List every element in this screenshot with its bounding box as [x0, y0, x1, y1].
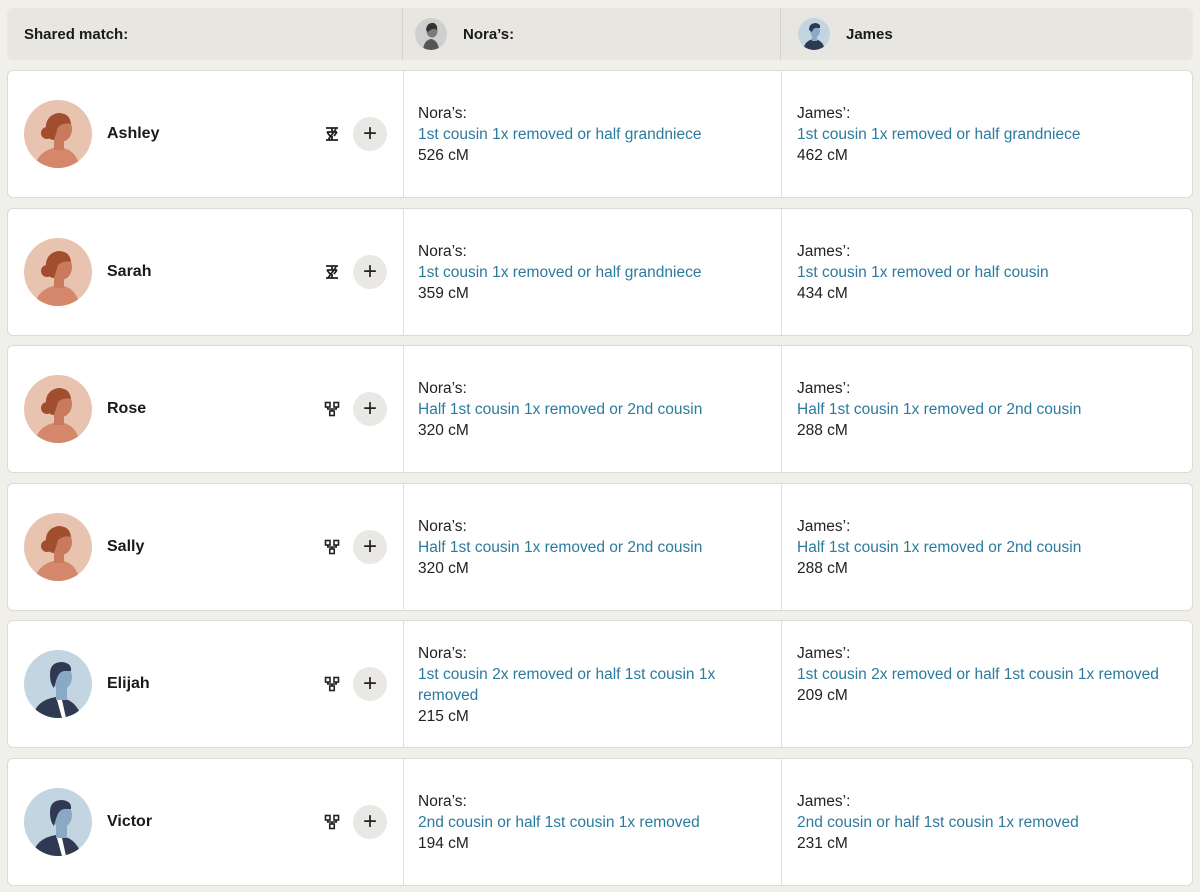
- person1-relationship-cell: Nora’s: 1st cousin 2x removed or half 1s…: [403, 621, 781, 747]
- shared-match-cell: Elijah +: [8, 621, 403, 747]
- match-name[interactable]: Sarah: [107, 263, 323, 281]
- person2-cm-value: 288 cM: [797, 422, 848, 439]
- shared-match-cell: Sarah +: [8, 209, 403, 335]
- person2-cm-value: 434 cM: [797, 284, 848, 302]
- person2-relationship-cell: James’: Half 1st cousin 1x removed or 2n…: [781, 483, 1192, 610]
- person2-rel-label: James’:: [797, 792, 851, 810]
- add-button[interactable]: +: [353, 804, 387, 839]
- person1-relationship-link[interactable]: 2nd cousin or half 1st cousin 1x removed: [418, 812, 767, 833]
- person1-relationship-link[interactable]: 1st cousin 1x removed or half grandniece: [418, 124, 767, 145]
- person2-relationship-link[interactable]: 1st cousin 1x removed or half cousin: [797, 262, 1178, 283]
- person1-cm-value: 194 cM: [418, 834, 469, 852]
- match-avatar[interactable]: [24, 237, 92, 306]
- match-avatar[interactable]: [24, 650, 92, 718]
- person2-relationship-cell: James’: 1st cousin 1x removed or half co…: [781, 208, 1192, 335]
- person1-relationship-link[interactable]: 1st cousin 2x removed or half 1st cousin…: [418, 664, 767, 706]
- person1-rel-label: Nora’s:: [418, 517, 467, 535]
- person1-rel-label: Nora’s:: [418, 792, 467, 810]
- add-button[interactable]: +: [353, 392, 387, 426]
- add-button[interactable]: +: [353, 529, 387, 564]
- match-name[interactable]: Ashley: [107, 125, 323, 143]
- person1-relationship-cell: Nora’s: Half 1st cousin 1x removed or 2n…: [403, 346, 781, 472]
- add-button[interactable]: +: [353, 117, 387, 151]
- table-row: Elijah + Nora’s: 1st cousin 2x removed o…: [7, 620, 1193, 748]
- person1-rel-label: Nora’s:: [418, 645, 467, 662]
- person2-avatar: [798, 18, 830, 50]
- shared-match-cell: Ashley +: [8, 71, 403, 197]
- table-row: Sarah + Nora’s: 1st cousin 1x removed or…: [7, 207, 1193, 336]
- table-row: Victor + Nora’s: 2nd cousin or half 1st …: [7, 757, 1193, 886]
- person1-cm-value: 215 cM: [418, 708, 469, 725]
- shared-match-cell: Rose +: [8, 346, 403, 472]
- person2-relationship-cell: James’: 1st cousin 1x removed or half gr…: [781, 71, 1192, 197]
- person1-relationship-cell: Nora’s: Half 1st cousin 1x removed or 2n…: [403, 483, 781, 610]
- person1-cm-value: 526 cM: [418, 147, 469, 164]
- shared-match-cell: Victor +: [8, 759, 403, 885]
- tree-network-icon[interactable]: [323, 675, 341, 693]
- tree-split-icon[interactable]: [323, 263, 341, 281]
- person1-relationship-cell: Nora’s: 1st cousin 1x removed or half gr…: [403, 208, 781, 335]
- person1-relationship-cell: Nora’s: 1st cousin 1x removed or half gr…: [403, 71, 781, 197]
- person2-relationship-link[interactable]: Half 1st cousin 1x removed or 2nd cousin: [797, 399, 1178, 420]
- person1-cm-value: 320 cM: [418, 559, 469, 577]
- match-avatar[interactable]: [24, 100, 92, 168]
- tree-split-icon[interactable]: [323, 125, 341, 143]
- person1-relationship-link[interactable]: Half 1st cousin 1x removed or 2nd cousin: [418, 399, 767, 420]
- match-list: Ashley + Nora’s: 1st cousin 1x removed o…: [7, 70, 1193, 892]
- person1-relationship-link[interactable]: 1st cousin 1x removed or half grandniece: [418, 262, 767, 283]
- tree-network-icon[interactable]: [323, 538, 341, 556]
- match-avatar[interactable]: [24, 375, 92, 443]
- person2-rel-label: James’:: [797, 105, 851, 122]
- person2-rel-label: James’:: [797, 645, 851, 662]
- shared-match-header: Shared match:: [7, 8, 402, 60]
- match-avatar[interactable]: [24, 512, 92, 581]
- table-row: Ashley + Nora’s: 1st cousin 1x removed o…: [7, 70, 1193, 198]
- person2-rel-label: James’:: [797, 242, 851, 260]
- match-name[interactable]: Rose: [107, 400, 323, 418]
- person2-cm-value: 288 cM: [797, 559, 848, 577]
- person1-relationship-link[interactable]: Half 1st cousin 1x removed or 2nd cousin: [418, 537, 767, 558]
- person1-relationship-cell: Nora’s: 2nd cousin or half 1st cousin 1x…: [403, 758, 781, 885]
- shared-match-cell: Sally +: [8, 484, 403, 610]
- person2-rel-label: James’:: [797, 380, 851, 397]
- match-name[interactable]: Victor: [107, 813, 323, 831]
- person2-relationship-link[interactable]: 2nd cousin or half 1st cousin 1x removed: [797, 812, 1178, 833]
- person2-cm-value: 209 cM: [797, 687, 848, 704]
- shared-match-label: Shared match:: [24, 25, 129, 43]
- person2-label: James: [846, 25, 893, 43]
- person2-cm-value: 231 cM: [797, 834, 848, 852]
- person1-rel-label: Nora’s:: [418, 242, 467, 260]
- tree-network-icon[interactable]: [323, 813, 341, 831]
- person1-rel-label: Nora’s:: [418, 105, 467, 122]
- table-row: Rose + Nora’s: Half 1st cousin 1x remove…: [7, 345, 1193, 473]
- person2-relationship-cell: James’: Half 1st cousin 1x removed or 2n…: [781, 346, 1192, 472]
- add-button[interactable]: +: [353, 667, 387, 701]
- person2-relationship-link[interactable]: Half 1st cousin 1x removed or 2nd cousin: [797, 537, 1178, 558]
- table-row: Sally + Nora’s: Half 1st cousin 1x remov…: [7, 482, 1193, 611]
- person1-label: Nora’s:: [463, 25, 515, 43]
- table-header: Shared match: Nora’s: James: [7, 8, 1193, 60]
- person1-cm-value: 359 cM: [418, 284, 469, 302]
- person2-relationship-cell: James’: 2nd cousin or half 1st cousin 1x…: [781, 758, 1192, 885]
- person2-rel-label: James’:: [797, 517, 851, 535]
- person2-relationship-link[interactable]: 1st cousin 2x removed or half 1st cousin…: [797, 664, 1178, 685]
- person1-avatar: [415, 18, 447, 50]
- match-name[interactable]: Elijah: [107, 675, 323, 693]
- tree-network-icon[interactable]: [323, 400, 341, 418]
- person2-cm-value: 462 cM: [797, 147, 848, 164]
- person1-header: Nora’s:: [402, 8, 780, 60]
- match-name[interactable]: Sally: [107, 538, 323, 556]
- person1-rel-label: Nora’s:: [418, 380, 467, 397]
- add-button[interactable]: +: [353, 254, 387, 289]
- person1-cm-value: 320 cM: [418, 422, 469, 439]
- person2-header: James: [780, 8, 1193, 60]
- person2-relationship-cell: James’: 1st cousin 2x removed or half 1s…: [781, 621, 1192, 747]
- person2-relationship-link[interactable]: 1st cousin 1x removed or half grandniece: [797, 124, 1178, 145]
- match-avatar[interactable]: [24, 787, 92, 856]
